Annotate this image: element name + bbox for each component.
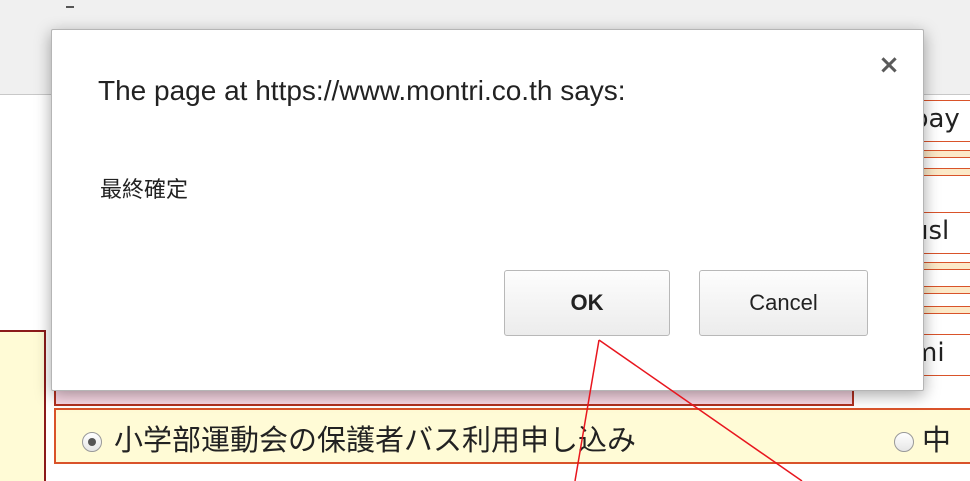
radio-bus-application[interactable] [82, 432, 102, 452]
radio-option-2[interactable] [894, 432, 914, 452]
dialog-title: The page at https://www.montri.co.th say… [98, 75, 626, 106]
confirm-dialog: The page at https://www.montri.co.th say… [51, 29, 924, 391]
ok-button[interactable]: OK [504, 270, 670, 336]
left-panel-border-right [44, 330, 46, 481]
left-panel [0, 330, 44, 481]
radio-label-bus-application: 小学部運動会の保護者バス利用申し込み [114, 423, 637, 457]
close-icon[interactable]: × [874, 50, 904, 80]
toolbar-dash [66, 6, 74, 8]
dialog-message: 最終確定 [100, 178, 189, 203]
radio-label-option-2: 中 [922, 423, 952, 457]
cancel-button[interactable]: Cancel [699, 270, 868, 336]
left-panel-border-top [0, 330, 46, 332]
